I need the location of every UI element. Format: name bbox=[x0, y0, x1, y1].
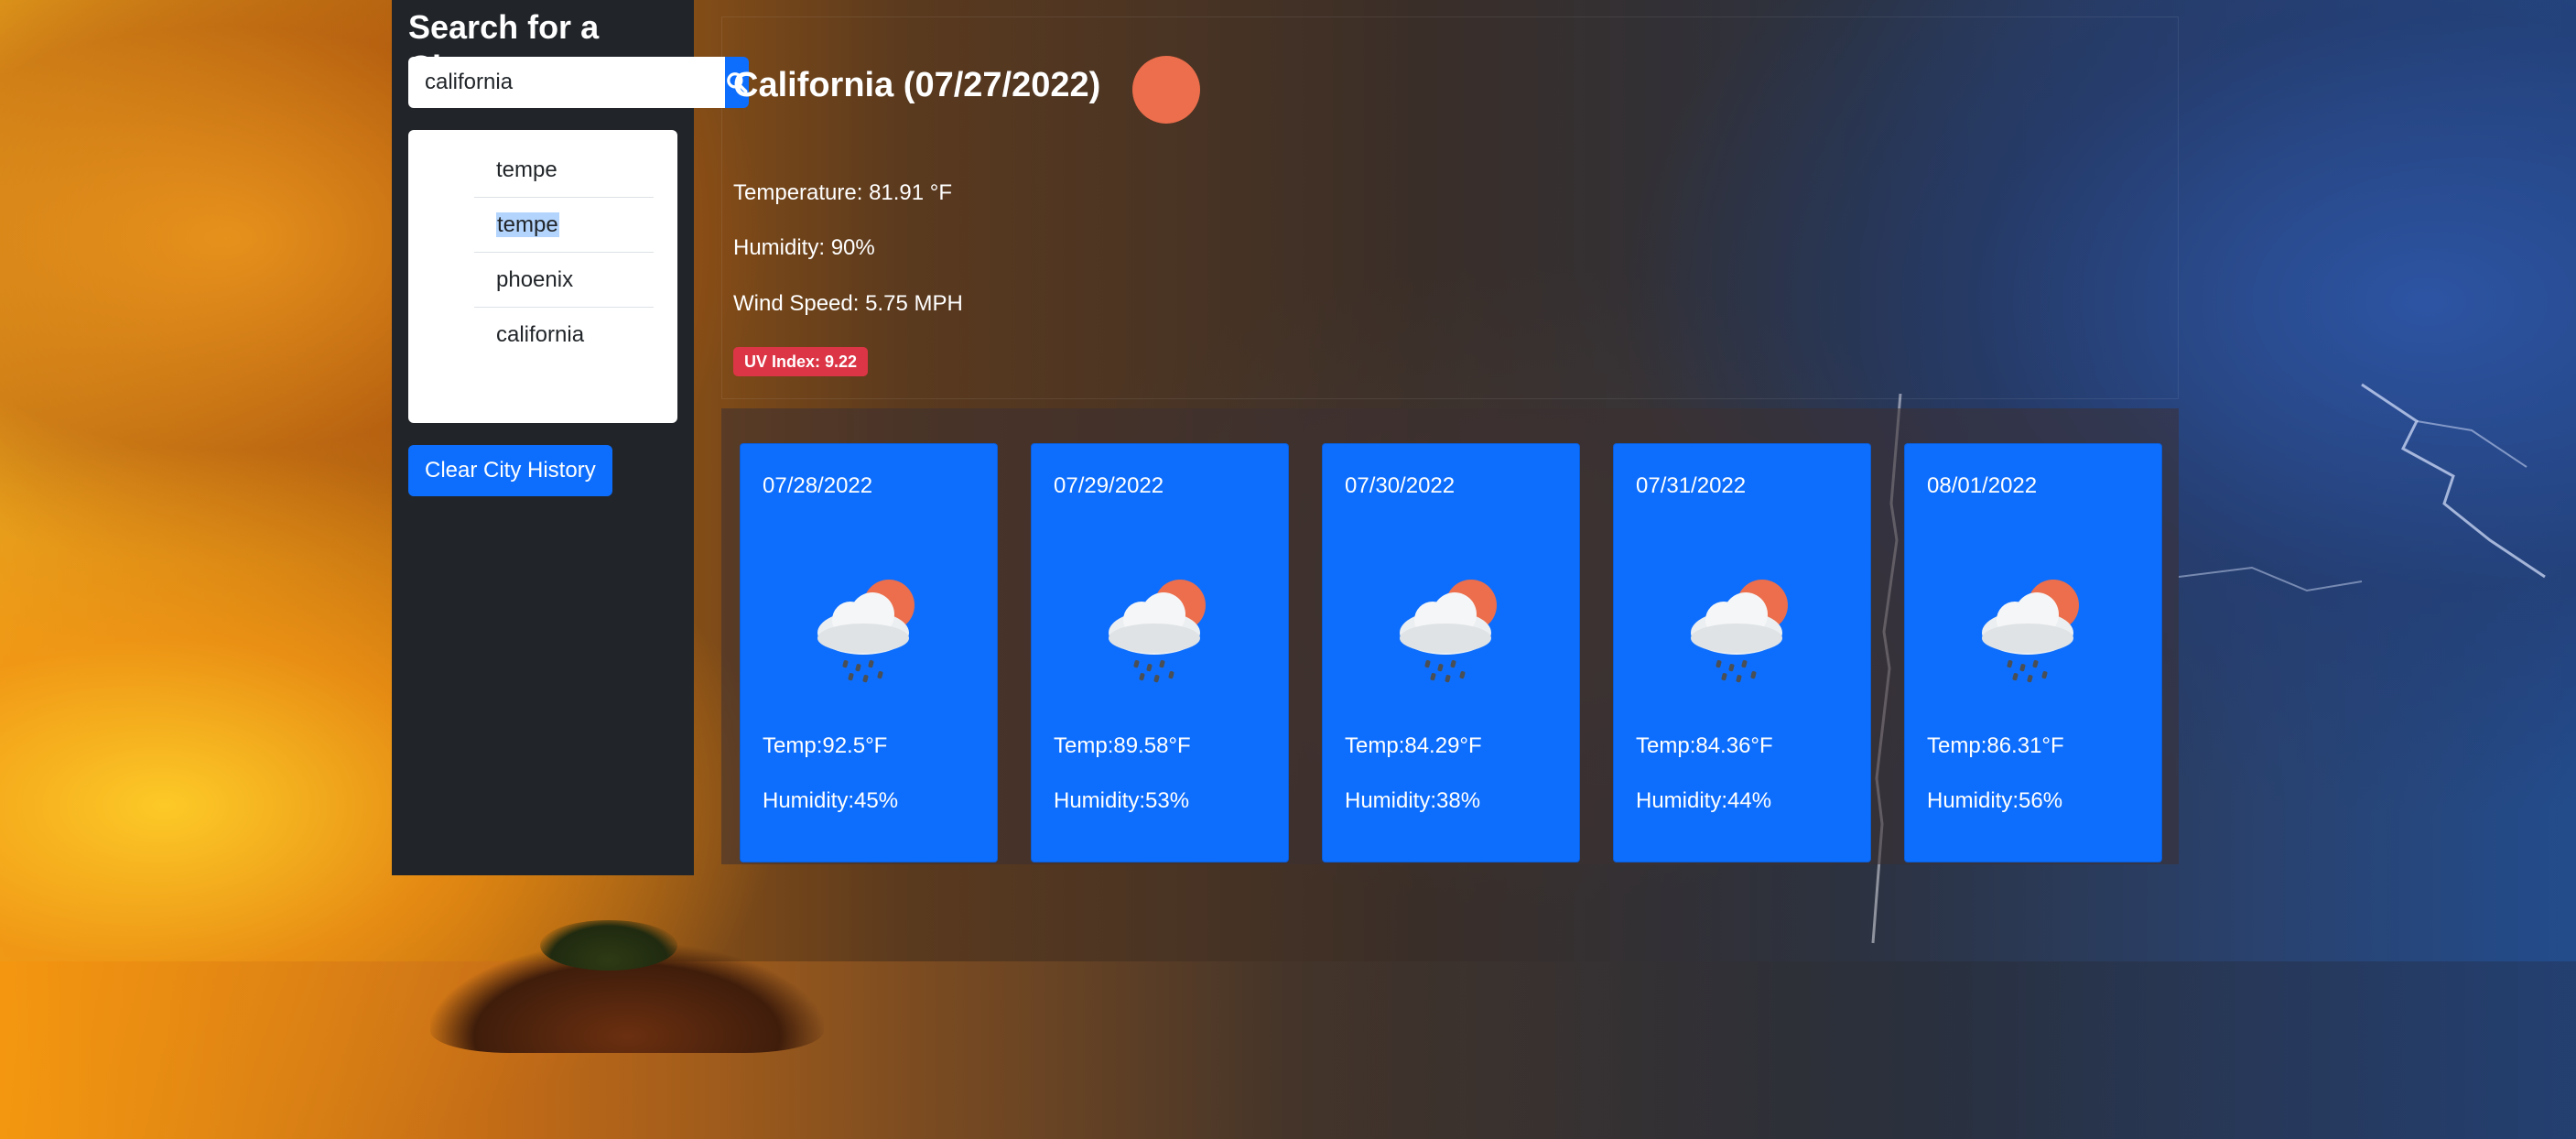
history-item[interactable]: california bbox=[474, 308, 654, 363]
uv-index-badge: UV Index: 9.22 bbox=[733, 347, 869, 376]
forecast-humidity: Humidity:44% bbox=[1636, 788, 1772, 813]
history-item-label: california bbox=[496, 322, 585, 347]
cloud-sun-rain-icon bbox=[810, 569, 929, 688]
history-item[interactable]: tempe bbox=[474, 198, 654, 253]
cloud-sun-rain-icon bbox=[1392, 569, 1511, 688]
city-history-list: tempe tempe phoenix california bbox=[474, 143, 654, 363]
search-group bbox=[408, 57, 749, 108]
forecast-card: 07/31/2022 Temp:84.36°F Humidity:44% bbox=[1613, 443, 1871, 862]
history-item-label: phoenix bbox=[496, 267, 574, 292]
forecast-card: 07/30/2022 Temp:84.29°F Humidity:38% bbox=[1322, 443, 1580, 862]
history-item[interactable]: phoenix bbox=[474, 253, 654, 308]
forecast-humidity: Humidity:38% bbox=[1345, 788, 1481, 813]
forecast-humidity: Humidity:56% bbox=[1927, 788, 2063, 813]
forecast-temp: Temp:84.36°F bbox=[1636, 733, 1773, 758]
lightning-decoration bbox=[2179, 383, 2546, 592]
history-item-label: tempe bbox=[496, 212, 559, 237]
history-item[interactable]: tempe bbox=[474, 143, 654, 198]
city-title: California (07/27/2022) bbox=[733, 66, 1101, 104]
forecast-panel: 07/28/2022 Temp:92.5°F Humidity:45% 07/2… bbox=[721, 408, 2179, 864]
forecast-temp: Temp:89.58°F bbox=[1054, 733, 1191, 758]
forecast-temp: Temp:86.31°F bbox=[1927, 733, 2064, 758]
forecast-date: 07/31/2022 bbox=[1636, 473, 1747, 498]
forecast-date: 07/30/2022 bbox=[1345, 473, 1456, 498]
forecast-humidity: Humidity:53% bbox=[1054, 788, 1190, 813]
city-history-panel: tempe tempe phoenix california bbox=[408, 130, 677, 423]
forecast-card: 07/28/2022 Temp:92.5°F Humidity:45% bbox=[740, 443, 998, 862]
forecast-card: 08/01/2022 Temp:86.31°F Humidity:56% bbox=[1904, 443, 2162, 862]
current-humidity: Humidity: 90% bbox=[733, 235, 875, 260]
current-weather-panel: California (07/27/2022) Temperature: 81.… bbox=[721, 16, 2179, 399]
cloud-sun-rain-icon bbox=[1975, 569, 2094, 688]
current-temperature: Temperature: 81.91 °F bbox=[733, 180, 953, 205]
clear-history-button[interactable]: Clear City History bbox=[408, 445, 612, 496]
forecast-date: 07/29/2022 bbox=[1054, 473, 1164, 498]
current-wind-speed: Wind Speed: 5.75 MPH bbox=[733, 291, 963, 316]
forecast-card: 07/29/2022 Temp:89.58°F Humidity:53% bbox=[1031, 443, 1289, 862]
forecast-humidity: Humidity:45% bbox=[763, 788, 899, 813]
search-input[interactable] bbox=[408, 57, 725, 108]
cloud-sun-rain-icon bbox=[1101, 569, 1220, 688]
forecast-date: 07/28/2022 bbox=[763, 473, 873, 498]
sidebar: Search for a City: tempe tempe phoenix c… bbox=[392, 0, 749, 875]
forecast-date: 08/01/2022 bbox=[1927, 473, 2038, 498]
background-island-trees bbox=[540, 920, 677, 971]
background-sea bbox=[0, 961, 2576, 1139]
forecast-temp: Temp:84.29°F bbox=[1345, 733, 1482, 758]
cloud-sun-rain-icon bbox=[1683, 569, 1802, 688]
forecast-temp: Temp:92.5°F bbox=[763, 733, 888, 758]
sun-icon bbox=[1132, 56, 1200, 124]
history-item-label: tempe bbox=[496, 157, 557, 182]
